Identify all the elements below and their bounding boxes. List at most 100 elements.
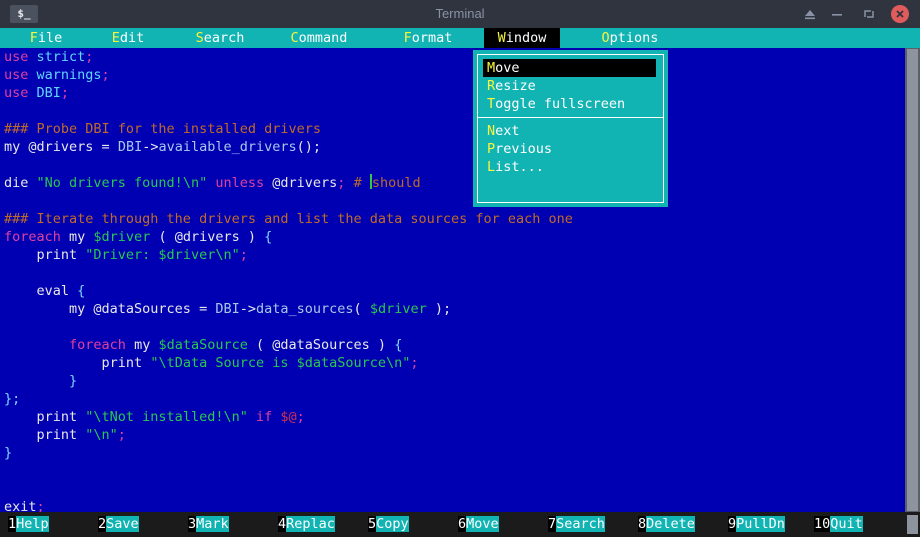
code-token: =	[93, 139, 118, 155]
dropdown-inner-frame: Move Resize Toggle fullscreen Next Previous…	[477, 54, 664, 203]
code-token: )	[369, 337, 395, 353]
menu-item-search[interactable]: Search	[180, 28, 260, 48]
code-token: ;	[101, 67, 110, 83]
function-key-label: Save	[106, 516, 139, 532]
menu-item-options[interactable]: Options	[586, 28, 674, 48]
code-token: )	[239, 229, 265, 245]
code-line: exit;	[4, 498, 573, 512]
menu-item-format[interactable]: Format	[388, 28, 468, 48]
dropdown-hotkey: L	[487, 159, 496, 175]
code-token: "\tData Source is $dataSource\n"	[150, 355, 411, 371]
code-token: print	[4, 247, 86, 263]
code-token: };	[4, 391, 21, 407]
dropdown-hotkey: P	[487, 141, 496, 157]
resize-grip[interactable]	[907, 515, 918, 534]
dropdown-item-toggle-fullscreen[interactable]: Toggle fullscreen	[478, 95, 663, 113]
function-key-number: 3	[188, 516, 197, 532]
code-token: my	[4, 139, 29, 155]
dropdown-label: ove	[495, 60, 520, 76]
code-token: strict	[36, 49, 86, 65]
code-token: DBI	[215, 301, 240, 317]
function-key-number: 5	[368, 516, 377, 532]
code-token: "Driver: $driver\n"	[85, 247, 240, 263]
function-key-label: Copy	[376, 516, 409, 532]
function-key-delete[interactable]: 8Delete	[638, 515, 695, 534]
menu-label: ile	[37, 30, 63, 46]
code-token: (	[150, 229, 175, 245]
code-token: @dataSources	[272, 337, 370, 353]
code-token: die	[4, 175, 37, 191]
dropdown-hotkey: R	[487, 78, 496, 94]
window-dropdown-menu[interactable]: Move Resize Toggle fullscreen Next Previous…	[473, 50, 668, 207]
code-token: (	[353, 301, 370, 317]
menu-item-edit[interactable]: Edit	[102, 28, 154, 48]
function-key-replac[interactable]: 4Replac	[278, 515, 335, 534]
function-key-label: Quit	[830, 516, 863, 532]
function-key-pulldn[interactable]: 9PullDn	[728, 515, 785, 534]
code-token: ->	[142, 139, 159, 155]
menu-item-command[interactable]: Command	[274, 28, 364, 48]
code-token: use	[4, 49, 37, 65]
dropdown-label: ist...	[495, 159, 544, 175]
vertical-scrollbar[interactable]	[905, 48, 920, 512]
code-line: };	[4, 390, 573, 408]
menu-hotkey: F	[29, 30, 38, 46]
code-token: ;	[296, 409, 305, 425]
menu-hotkey: C	[290, 30, 299, 46]
function-key-search[interactable]: 7Search	[548, 515, 605, 534]
code-token: available_drivers	[158, 139, 297, 155]
code-token: }	[4, 445, 13, 461]
menu-hotkey: O	[601, 30, 610, 46]
code-token: "\tNot installed!\n"	[85, 409, 248, 425]
dropdown-hotkey: T	[487, 96, 496, 112]
code-token: my	[60, 229, 94, 245]
scrollbar-thumb[interactable]	[907, 49, 918, 511]
code-token: @dataSources	[93, 301, 191, 317]
menu-item-file[interactable]: File	[20, 28, 72, 48]
dropdown-item-next[interactable]: Next	[478, 122, 663, 140]
menu-hotkey: W	[497, 30, 506, 46]
maximize-icon[interactable]	[861, 6, 877, 22]
code-line: print "\tData Source is $dataSource\n";	[4, 354, 573, 372]
function-key-quit[interactable]: 10Quit	[814, 515, 863, 534]
dropdown-label: revious	[495, 141, 553, 157]
dropdown-item-move[interactable]: Move	[483, 59, 656, 77]
menu-label: indow	[505, 30, 547, 46]
function-key-label: Help	[16, 516, 49, 532]
dropdown-label: ext	[495, 123, 520, 139]
code-token: eval	[4, 283, 78, 299]
code-token: (	[247, 337, 273, 353]
dropdown-hotkey: M	[487, 60, 496, 76]
code-token: DBI	[36, 85, 61, 101]
code-token: $driver	[369, 301, 427, 317]
code-token: {	[77, 283, 86, 299]
code-token: print	[4, 355, 151, 371]
code-token: use	[4, 85, 37, 101]
function-key-save[interactable]: 2Save	[98, 515, 139, 534]
function-key-help[interactable]: 1Help	[8, 515, 49, 534]
dropdown-hotkey: N	[487, 123, 496, 139]
dropdown-item-resize[interactable]: Resize	[478, 77, 663, 95]
code-token: print	[4, 427, 86, 443]
code-token: {	[394, 337, 403, 353]
close-icon[interactable]	[891, 5, 909, 23]
menu-label: earch	[203, 30, 245, 46]
dropdown-item-previous[interactable]: Previous	[478, 140, 663, 158]
minimize-icon[interactable]	[829, 6, 845, 22]
dropdown-item-list[interactable]: List...	[478, 158, 663, 176]
function-key-mark[interactable]: 3Mark	[188, 515, 229, 534]
menu-item-window[interactable]: Window	[484, 28, 560, 48]
code-token: foreach	[4, 229, 61, 245]
function-key-move[interactable]: 6Move	[458, 515, 499, 534]
code-line: foreach my $dataSource ( @dataSources ) …	[4, 336, 573, 354]
code-editor[interactable]: use strict; use warnings; use DBI; ### Pro…	[0, 48, 905, 512]
code-token: data_sources	[256, 301, 354, 317]
code-token: @drivers	[174, 229, 240, 245]
menu-label: ptions	[609, 30, 659, 46]
eject-icon[interactable]	[802, 6, 818, 22]
function-key-copy[interactable]: 5Copy	[368, 515, 409, 534]
code-token: should	[371, 175, 421, 191]
